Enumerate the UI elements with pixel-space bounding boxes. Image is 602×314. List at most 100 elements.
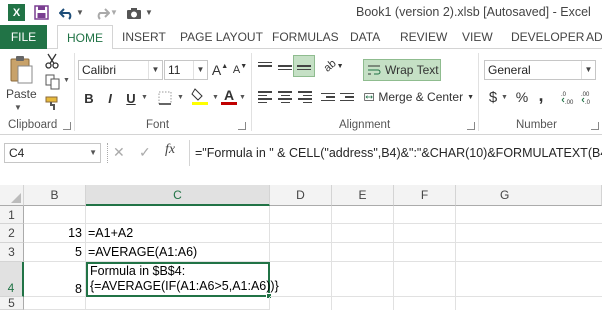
cell-c2[interactable]: =A1+A2 <box>86 224 270 243</box>
cell-b4[interactable]: 8 <box>24 262 86 297</box>
paste-label[interactable]: Paste <box>6 87 37 101</box>
align-right-icon[interactable] <box>295 86 315 108</box>
bold-button[interactable]: B <box>80 87 98 109</box>
merge-center-button[interactable]: Merge & Center ▼ <box>364 86 474 108</box>
tab-insert[interactable]: INSERT <box>122 25 166 49</box>
wrap-text-button[interactable]: Wrap Text <box>363 59 441 81</box>
select-all-corner[interactable] <box>0 185 24 206</box>
undo-dropdown-icon[interactable]: ▼ <box>76 4 84 21</box>
name-box[interactable]: C4 ▼ <box>4 143 101 163</box>
cell-c1[interactable] <box>86 206 270 224</box>
name-box-dropdown-icon: ▼ <box>89 148 97 157</box>
save-icon[interactable] <box>33 4 50 21</box>
row-header-5[interactable]: 5 <box>0 297 24 310</box>
decrease-indent-icon[interactable] <box>319 86 337 108</box>
column-header-b[interactable]: B <box>24 185 86 206</box>
font-name-select[interactable]: Calibri ▼ <box>78 60 163 80</box>
cut-icon[interactable] <box>42 52 62 70</box>
cancel-icon[interactable]: ✕ <box>113 144 125 161</box>
font-color-icon[interactable]: A <box>220 85 238 107</box>
formula-input[interactable]: ="Formula in " & CELL("address",B4)&":"&… <box>195 146 602 160</box>
decrease-decimal-icon[interactable]: .00.0 <box>580 86 598 108</box>
number-format-select[interactable]: General ▼ <box>484 60 596 80</box>
redo-icon[interactable] <box>93 4 110 21</box>
tab-page-layout[interactable]: PAGE LAYOUT <box>180 25 263 49</box>
tab-developer[interactable]: DEVELOPER <box>511 25 584 49</box>
underline-button[interactable]: U <box>122 87 140 109</box>
tab-review[interactable]: REVIEW <box>400 25 447 49</box>
tab-view[interactable]: VIEW <box>462 25 493 49</box>
underline-dropdown-icon[interactable]: ▼ <box>141 94 148 101</box>
row-header-4[interactable]: 4 <box>0 262 24 297</box>
increase-font-size-icon[interactable]: A ▲ <box>211 59 229 81</box>
borders-dropdown-icon[interactable]: ▼ <box>177 94 184 101</box>
alignment-dialog-launcher-icon[interactable] <box>467 122 475 130</box>
cell-c4-line-1: Formula in $B$4: <box>90 264 186 278</box>
ribbon-tabs: FILE HOME INSERT PAGE LAYOUT FORMULAS DA… <box>0 25 602 50</box>
currency-format-button[interactable]: $ <box>486 86 500 108</box>
currency-dropdown-icon[interactable]: ▼ <box>501 94 508 101</box>
cell-c4[interactable]: Formula in $B$4: {=AVERAGE(IF(A1:A6>5,A1… <box>86 262 279 299</box>
borders-icon[interactable] <box>153 87 177 109</box>
decrease-font-size-icon[interactable]: A ▼ <box>231 59 249 81</box>
svg-text:.0: .0 <box>561 92 567 98</box>
row-header-1[interactable]: 1 <box>0 206 24 224</box>
row-header-3[interactable]: 3 <box>0 243 24 262</box>
fill-color-dropdown-icon[interactable]: ▼ <box>212 94 219 101</box>
font-size-select[interactable]: 11 ▼ <box>164 60 208 80</box>
fill-color-icon[interactable] <box>189 85 211 107</box>
enter-icon[interactable]: ✓ <box>139 144 151 161</box>
cell-b1[interactable] <box>24 206 86 224</box>
tab-file[interactable]: FILE <box>0 25 47 49</box>
column-header-e[interactable]: E <box>332 185 394 206</box>
percent-style-button[interactable]: % <box>513 86 531 108</box>
tab-home[interactable]: HOME <box>57 25 113 50</box>
camera-icon[interactable] <box>125 4 142 21</box>
format-painter-icon[interactable] <box>42 94 62 112</box>
align-left-icon[interactable] <box>255 86 275 108</box>
number-dialog-launcher-icon[interactable] <box>591 122 599 130</box>
top-align-icon[interactable] <box>255 55 275 77</box>
cell-b3[interactable]: 5 <box>24 243 86 262</box>
cell-b2[interactable]: 13 <box>24 224 86 243</box>
insert-function-icon[interactable]: fx <box>165 142 175 158</box>
tab-data[interactable]: DATA <box>350 25 380 49</box>
cell-c3[interactable]: =AVERAGE(A1:A6) <box>86 243 270 262</box>
cell-c5[interactable] <box>86 297 270 310</box>
tab-addins[interactable]: AD <box>586 25 602 49</box>
font-dialog-launcher-icon[interactable] <box>238 122 246 130</box>
middle-align-icon[interactable] <box>275 55 295 77</box>
cell-b5[interactable] <box>24 297 86 310</box>
font-color-dropdown-icon[interactable]: ▼ <box>239 94 246 101</box>
customize-qat-icon[interactable]: ▼ <box>145 4 153 21</box>
name-box-value: C4 <box>9 146 25 160</box>
paste-dropdown-icon[interactable]: ▼ <box>14 103 22 112</box>
copy-icon[interactable] <box>42 73 62 91</box>
bottom-align-icon[interactable] <box>293 55 315 77</box>
font-color-swatch <box>221 101 237 105</box>
column-header-f[interactable]: F <box>394 185 456 206</box>
align-center-icon[interactable] <box>275 86 295 108</box>
tab-formulas[interactable]: FORMULAS <box>272 25 339 49</box>
increase-indent-icon[interactable] <box>338 86 356 108</box>
copy-dropdown-icon[interactable]: ▼ <box>63 77 70 84</box>
undo-icon[interactable] <box>58 4 75 21</box>
group-divider <box>478 53 479 131</box>
font-size-value: 11 <box>168 63 181 77</box>
row-header-2[interactable]: 2 <box>0 224 24 243</box>
clipboard-dialog-launcher-icon[interactable] <box>63 122 71 130</box>
formula-bar-splitter[interactable] <box>107 143 109 163</box>
worksheet-grid[interactable]: B C D E F G 1 2 3 4 5 13 =A1+A2 5 =AVERA… <box>0 185 602 310</box>
comma-style-button[interactable]: , <box>534 84 548 106</box>
increase-decimal-icon[interactable]: .0.00 <box>560 86 578 108</box>
font-color-glyph: A <box>223 86 235 103</box>
font-group-label: Font <box>146 119 170 131</box>
wrap-text-label: Wrap Text <box>385 63 439 77</box>
column-header-g[interactable]: G <box>456 185 602 206</box>
italic-button[interactable]: I <box>101 87 119 109</box>
column-header-d[interactable]: D <box>270 185 332 206</box>
orientation-icon[interactable]: ab ▼ <box>322 55 346 77</box>
paste-icon[interactable] <box>6 53 36 87</box>
redo-dropdown-icon[interactable]: ▼ <box>110 4 118 21</box>
column-header-c[interactable]: C <box>86 185 270 206</box>
